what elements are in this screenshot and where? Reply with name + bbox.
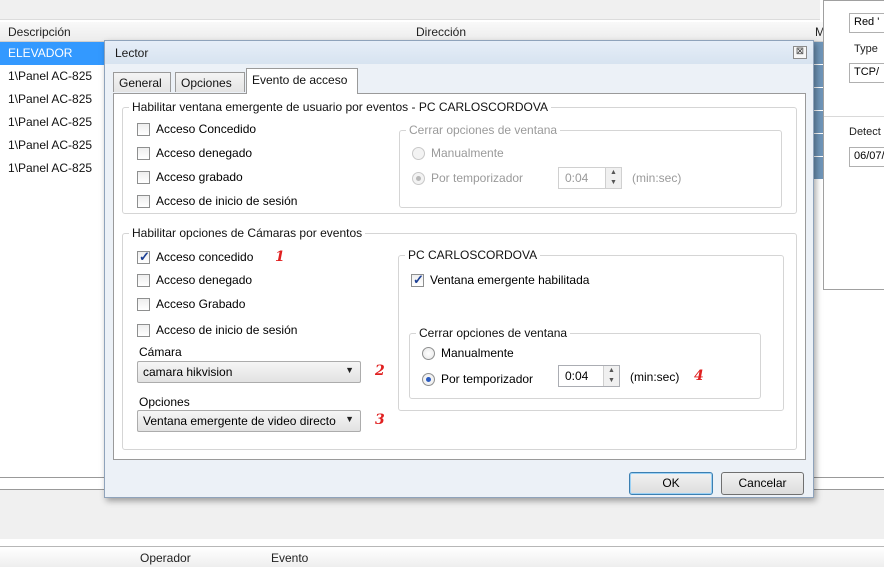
camera-time-stepper[interactable]: 0:04 ▲ ▼ bbox=[558, 365, 620, 387]
popup-events-group: Habilitar ventana emergente de usuario p… bbox=[122, 100, 797, 214]
event-list-header: Operador Evento bbox=[0, 546, 884, 567]
camera-events-group-title: Habilitar opciones de Cámaras por evento… bbox=[129, 226, 366, 240]
detect-label: Detect bbox=[849, 126, 881, 138]
list-header: Descripción Dirección M bbox=[0, 22, 830, 42]
popup-time-stepper[interactable]: 0:04 ▲ ▼ bbox=[558, 167, 622, 189]
tab-opciones[interactable]: Opciones bbox=[175, 72, 245, 92]
stepper-down-icon[interactable]: ▼ bbox=[604, 376, 619, 386]
camera-events-group: Habilitar opciones de Cámaras por evento… bbox=[122, 226, 797, 450]
dialog-title: Lector bbox=[115, 46, 149, 60]
ok-button[interactable]: OK bbox=[629, 472, 713, 495]
popup-events-group-title: Habilitar ventana emergente de usuario p… bbox=[129, 100, 551, 114]
detect-date-field[interactable]: 06/07/ bbox=[849, 147, 884, 167]
list-item[interactable]: 1\Panel AC-825 bbox=[0, 157, 120, 180]
list-item[interactable]: 1\Panel AC-825 bbox=[0, 134, 120, 157]
camera-select[interactable]: camara hikvision ▼ bbox=[137, 361, 361, 383]
popup-close-options-title: Cerrar opciones de ventana bbox=[406, 123, 561, 137]
type-label: Type bbox=[854, 43, 878, 55]
column-direccion[interactable]: Dirección bbox=[416, 25, 466, 39]
annotation-1: 1 bbox=[275, 249, 285, 265]
cancel-button[interactable]: Cancelar bbox=[721, 472, 804, 495]
tab-panel: Habilitar ventana emergente de usuario p… bbox=[113, 93, 806, 460]
chevron-down-icon: ▼ bbox=[345, 365, 354, 375]
network-field[interactable]: Red ' bbox=[849, 13, 884, 33]
stepper-up-icon[interactable]: ▲ bbox=[604, 366, 619, 376]
top-toolbar-strip bbox=[0, 0, 820, 20]
column-operador[interactable]: Operador bbox=[140, 551, 191, 565]
camera-close-options-title: Cerrar opciones de ventana bbox=[416, 326, 571, 340]
dialog-titlebar[interactable]: Lector ⊠ bbox=[105, 41, 813, 64]
popup-time-unit: (min:sec) bbox=[632, 171, 682, 185]
list-item[interactable]: ELEVADOR bbox=[0, 42, 120, 65]
device-list: ELEVADOR 1\Panel AC-825 1\Panel AC-825 1… bbox=[0, 42, 120, 192]
protocol-field[interactable]: TCP/ bbox=[849, 63, 884, 83]
chevron-down-icon: ▼ bbox=[345, 414, 354, 424]
tab-evento-de-acceso[interactable]: Evento de acceso bbox=[246, 68, 358, 94]
column-evento[interactable]: Evento bbox=[271, 551, 308, 565]
annotation-3: 3 bbox=[375, 412, 385, 428]
list-item[interactable]: 1\Panel AC-825 bbox=[0, 111, 120, 134]
annotation-2: 2 bbox=[375, 363, 385, 379]
options-select[interactable]: Ventana emergente de video directo ▼ bbox=[137, 410, 361, 432]
pc-group: PC CARLOSCORDOVA ✓ Ventana emergente habi… bbox=[398, 248, 784, 411]
properties-side-panel: Red ' Type TCP/ Detect 06/07/ bbox=[823, 0, 884, 290]
camera-label: Cámara bbox=[139, 345, 182, 359]
stepper-down-icon[interactable]: ▼ bbox=[606, 178, 621, 188]
camera-close-options-group: Cerrar opciones de ventana Manualmente P… bbox=[409, 326, 761, 399]
stepper-up-icon[interactable]: ▲ bbox=[606, 168, 621, 178]
popup-close-options-group: Cerrar opciones de ventana Manualmente P… bbox=[399, 123, 782, 208]
tab-general[interactable]: General bbox=[113, 72, 171, 92]
lector-dialog: Lector ⊠ General Opciones Evento de acce… bbox=[104, 40, 814, 498]
close-icon[interactable]: ⊠ bbox=[793, 46, 807, 59]
list-item[interactable]: 1\Panel AC-825 bbox=[0, 88, 120, 111]
annotation-4: 4 bbox=[694, 368, 704, 384]
options-label: Opciones bbox=[139, 395, 190, 409]
pc-group-title: PC CARLOSCORDOVA bbox=[405, 248, 541, 262]
camera-time-unit: (min:sec) bbox=[630, 370, 680, 384]
column-descripcion[interactable]: Descripción bbox=[8, 25, 71, 39]
list-item[interactable]: 1\Panel AC-825 bbox=[0, 65, 120, 88]
